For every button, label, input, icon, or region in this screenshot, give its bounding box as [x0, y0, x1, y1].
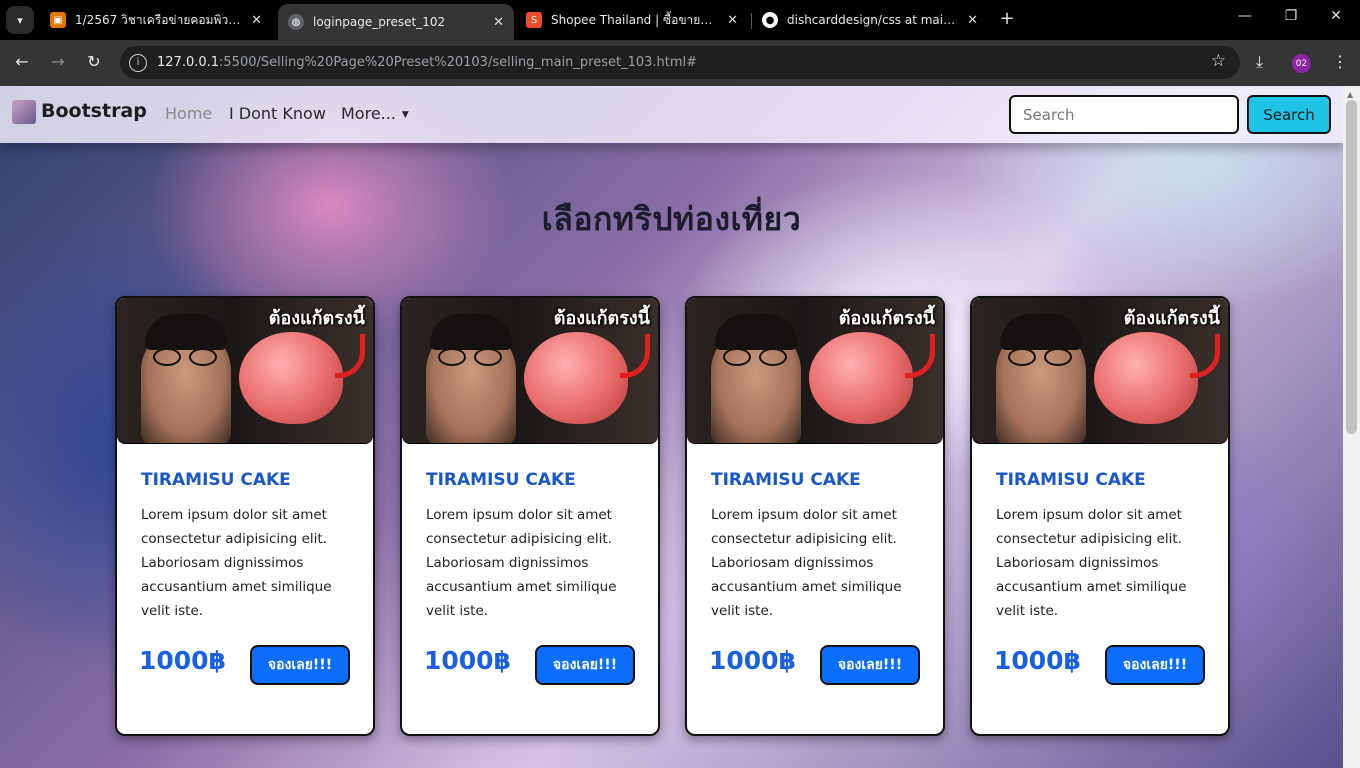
thumbnail-caption: ต้องแก้ตรงนี้ [838, 308, 935, 329]
browser-tab-github[interactable]: ● dishcarddesign/css at main · an ✕ [752, 4, 988, 36]
new-tab-button[interactable]: + [996, 8, 1018, 29]
nav-dropdown-more[interactable]: More... ▼ [341, 104, 409, 123]
scrollbar-thumb[interactable] [1346, 100, 1357, 434]
brain-image [239, 332, 343, 424]
person-hair-image [430, 314, 512, 350]
globe-icon: ◍ [288, 14, 304, 30]
glasses-image [153, 348, 219, 366]
window-close-icon[interactable]: ✕ [1324, 8, 1348, 24]
nav-link-i-dont-know[interactable]: I Dont Know [229, 104, 326, 123]
shopee-icon: S [526, 12, 542, 28]
card-description: Lorem ipsum dolor sit amet consectetur a… [996, 507, 1187, 619]
person-hair-image [715, 314, 797, 350]
page-title: เลือกทริปท่องเที่ยว [541, 200, 802, 238]
card-thumbnail[interactable]: ต้องแก้ตรงนี้ [687, 298, 943, 444]
minimize-icon[interactable]: — [1233, 8, 1257, 24]
card-thumbnail[interactable]: ต้องแก้ตรงนี้ [117, 298, 373, 444]
page-scrollbar[interactable]: ▲ [1343, 86, 1360, 768]
book-now-button[interactable]: จองเลย!!! [1105, 645, 1205, 685]
card-title: TIRAMISU CAKE [141, 470, 291, 490]
thumbnail-caption: ต้องแก้ตรงนี้ [1123, 308, 1220, 329]
trip-card: ต้องแก้ตรงนี้ TIRAMISU CAKE Lorem ipsum … [970, 296, 1230, 736]
page-viewport: Bootstrap Home I Dont Know More... ▼ Sear… [0, 86, 1343, 768]
forward-arrow-icon[interactable]: → [47, 52, 69, 71]
close-icon[interactable]: ✕ [967, 13, 978, 28]
url-text: 127.0.0.1:5500/Selling%20Page%20Preset%2… [157, 55, 698, 70]
google-classroom-icon: ▣ [50, 12, 66, 28]
brand-logo[interactable] [12, 100, 36, 124]
browser-tab-shopee[interactable]: S Shopee Thailand | ซื้อขายผ่านมือถือ ✕ [516, 4, 748, 36]
thumbnail-caption: ต้องแก้ตรงนี้ [553, 308, 650, 329]
address-bar[interactable]: i 127.0.0.1:5500/Selling%20Page%20Preset… [120, 46, 1240, 79]
red-arrow-image [620, 334, 650, 378]
close-icon[interactable]: ✕ [727, 13, 738, 28]
card-price: 1000฿ [424, 646, 511, 675]
book-now-button[interactable]: จองเลย!!! [535, 645, 635, 685]
person-hair-image [1000, 314, 1082, 350]
back-arrow-icon[interactable]: ← [11, 52, 33, 71]
nav-dropdown-label: More... [341, 104, 396, 123]
close-icon[interactable]: ✕ [493, 15, 504, 30]
red-arrow-image [335, 334, 365, 378]
site-info-icon[interactable]: i [129, 53, 147, 72]
site-navbar: Bootstrap Home I Dont Know More... ▼ Sear… [0, 86, 1343, 143]
browser-tab-classroom[interactable]: ▣ 1/2567 วิชาเครือข่ายคอมพิวเตอร์เบื้ ✕ [40, 4, 272, 36]
browser-tab-bar: ▾ ▣ 1/2567 วิชาเครือข่ายคอมพิวเตอร์เบื้ … [0, 0, 1360, 40]
close-icon[interactable]: ✕ [251, 13, 262, 28]
nav-link-home[interactable]: Home [165, 104, 212, 123]
thumbnail-caption: ต้องแก้ตรงนี้ [268, 308, 365, 329]
card-price: 1000฿ [139, 646, 226, 675]
card-title: TIRAMISU CAKE [426, 470, 576, 490]
kebab-menu-icon[interactable]: ⋮ [1332, 52, 1348, 71]
trip-card: ต้องแก้ตรงนี้ TIRAMISU CAKE Lorem ipsum … [400, 296, 660, 736]
browser-toolbar: ← → ↻ i 127.0.0.1:5500/Selling%20Page%20… [0, 40, 1360, 86]
bookmark-star-icon[interactable]: ☆ [1211, 51, 1226, 71]
red-arrow-image [1190, 334, 1220, 378]
card-description: Lorem ipsum dolor sit amet consectetur a… [711, 507, 902, 619]
profile-avatar[interactable]: 02 [1292, 54, 1311, 73]
restore-icon[interactable]: ❐ [1279, 8, 1303, 24]
search-button[interactable]: Search [1247, 95, 1331, 134]
card-thumbnail[interactable]: ต้องแก้ตรงนี้ [402, 298, 658, 444]
glasses-image [723, 348, 789, 366]
brain-image [524, 332, 628, 424]
glasses-image [438, 348, 504, 366]
chevron-down-icon: ▾ [17, 13, 23, 27]
person-hair-image [145, 314, 227, 350]
book-now-button[interactable]: จองเลย!!! [250, 645, 350, 685]
glasses-image [1008, 348, 1074, 366]
red-arrow-image [905, 334, 935, 378]
card-title: TIRAMISU CAKE [996, 470, 1146, 490]
brand-name[interactable]: Bootstrap [41, 100, 147, 122]
card-description: Lorem ipsum dolor sit amet consectetur a… [141, 507, 332, 619]
card-description: Lorem ipsum dolor sit amet consectetur a… [426, 507, 617, 619]
card-price: 1000฿ [994, 646, 1081, 675]
card-thumbnail[interactable]: ต้องแก้ตรงนี้ [972, 298, 1228, 444]
search-input[interactable] [1009, 95, 1239, 134]
brain-image [1094, 332, 1198, 424]
brain-image [809, 332, 913, 424]
card-price: 1000฿ [709, 646, 796, 675]
tab-search-button[interactable]: ▾ [6, 6, 34, 34]
trip-card: ต้องแก้ตรงนี้ TIRAMISU CAKE Lorem ipsum … [115, 296, 375, 736]
github-icon: ● [762, 12, 778, 28]
trip-card: ต้องแก้ตรงนี้ TIRAMISU CAKE Lorem ipsum … [685, 296, 945, 736]
caret-down-icon: ▼ [401, 110, 409, 120]
scroll-up-arrow-icon[interactable]: ▲ [1347, 90, 1353, 99]
card-title: TIRAMISU CAKE [711, 470, 861, 490]
book-now-button[interactable]: จองเลย!!! [820, 645, 920, 685]
reload-icon[interactable]: ↻ [83, 52, 105, 71]
browser-tab-loginpage[interactable]: ◍ loginpage_preset_102 ✕ [278, 4, 514, 40]
download-icon[interactable]: ⤓ [1256, 52, 1263, 72]
